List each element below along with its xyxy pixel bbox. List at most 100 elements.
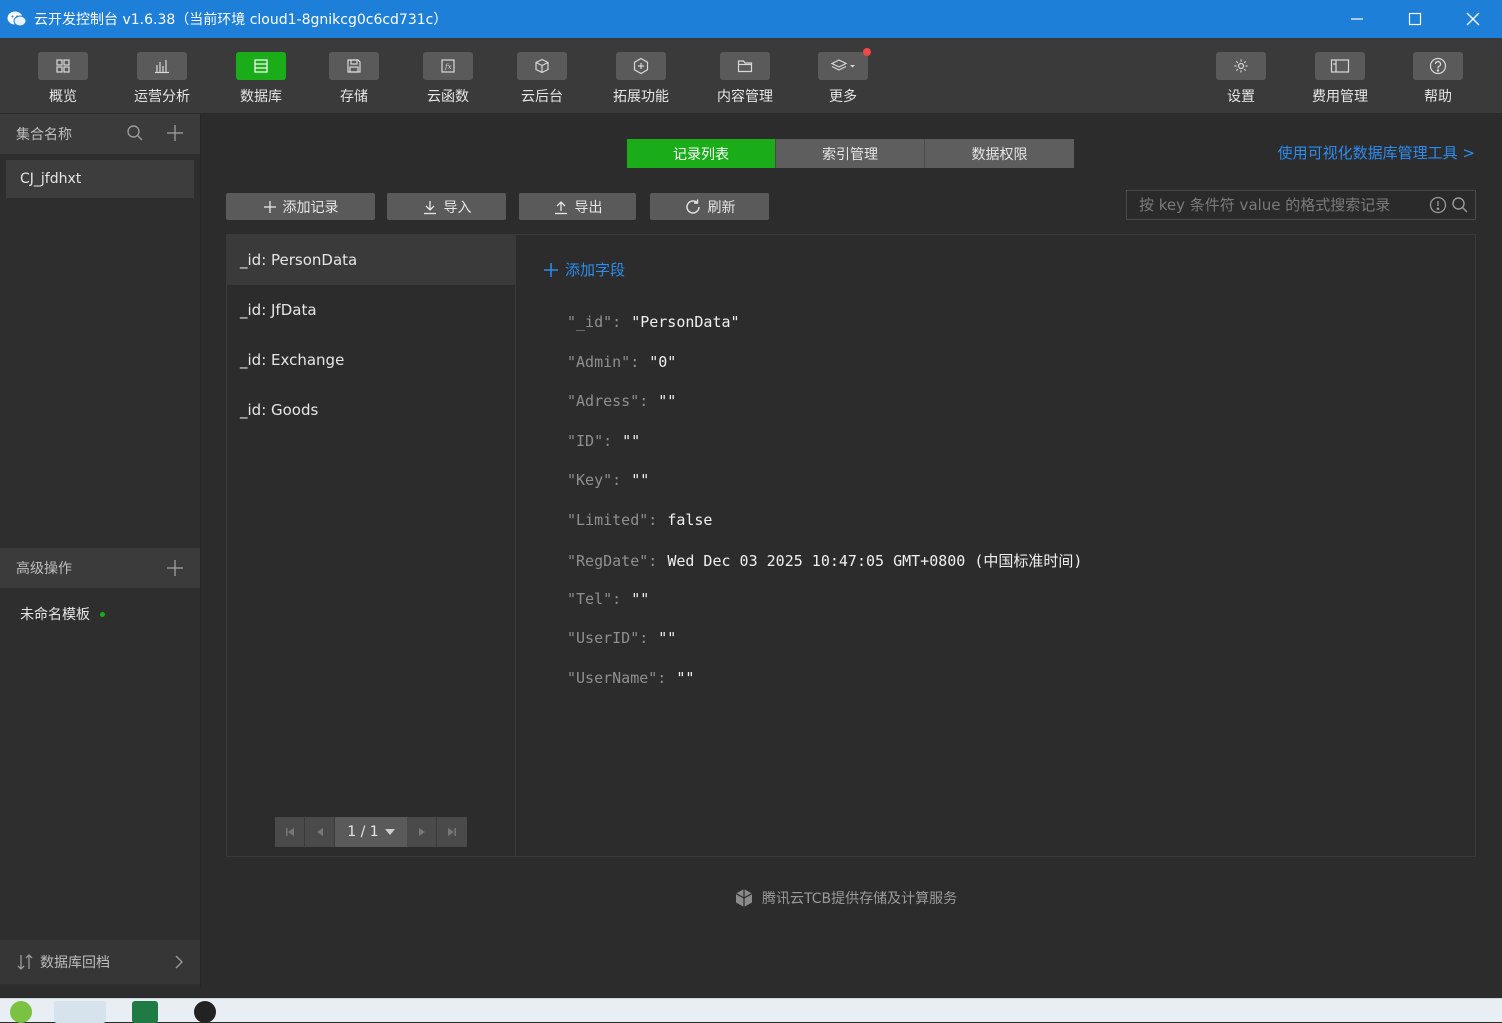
toolbar-label: 运营分析 xyxy=(134,89,190,105)
export-label: 导出 xyxy=(574,199,603,216)
app-icon[interactable] xyxy=(54,1001,106,1023)
minimize-button[interactable] xyxy=(1328,0,1386,38)
toolbar-storage[interactable]: 存储 xyxy=(319,52,389,106)
toolbar-database[interactable]: 数据库 xyxy=(226,52,296,106)
pagination: 1 / 1 xyxy=(275,817,467,847)
window-title: 云开发控制台 v1.6.38（当前环境 cloud1-8gnikcg0c6cd7… xyxy=(34,12,448,28)
close-button[interactable] xyxy=(1444,0,1502,38)
visual-tool-link[interactable]: 使用可视化数据库管理工具 > xyxy=(1278,142,1475,163)
record-item[interactable]: _id: JfData xyxy=(227,285,515,335)
record-search xyxy=(1126,190,1476,220)
record-item[interactable]: _id: Goods xyxy=(227,385,515,435)
field-row[interactable]: "Limited": false xyxy=(567,511,712,529)
footer: 腾讯云TCB提供存储及计算服务 xyxy=(734,888,957,908)
template-item[interactable]: 未命名模板 xyxy=(20,604,105,624)
info-icon[interactable] xyxy=(1429,196,1447,214)
field-row[interactable]: "Tel": "" xyxy=(567,590,649,608)
maximize-button[interactable] xyxy=(1386,0,1444,38)
import-button[interactable]: 导入 xyxy=(387,193,506,220)
last-page-button[interactable] xyxy=(437,817,467,847)
toolbar-cloud-function[interactable]: fx 云函数 xyxy=(413,52,483,106)
add-collection-icon[interactable] xyxy=(166,124,184,142)
cube-icon xyxy=(535,58,549,74)
export-button[interactable]: 导出 xyxy=(519,193,636,220)
record-detail: 添加字段 "_id": "PersonData" "Admin": "0" "Adr… xyxy=(517,235,1475,856)
field-row[interactable]: "UserName": "" xyxy=(567,669,694,687)
os-taskbar xyxy=(0,998,1502,1023)
status-dot xyxy=(100,611,105,617)
toolbar-content[interactable]: 内容管理 xyxy=(710,52,780,106)
toolbar-label: 费用管理 xyxy=(1312,89,1368,105)
record-item[interactable]: _id: PersonData xyxy=(227,235,515,285)
sidebar: 集合名称 CJ_jfdhxt 高级操作 未命名模板 数据库回档 xyxy=(0,114,201,987)
search-icon[interactable] xyxy=(1451,196,1469,214)
add-record-button[interactable]: 添加记录 xyxy=(226,193,375,220)
db-rollback-item[interactable]: 数据库回档 xyxy=(0,940,200,984)
toolbar-label: 设置 xyxy=(1227,89,1255,105)
field-row[interactable]: "_id": "PersonData" xyxy=(567,313,740,331)
db-tabs: 记录列表 索引管理 数据权限 xyxy=(627,139,1074,168)
field-row[interactable]: "Admin": "0" xyxy=(567,353,676,371)
toolbar-label: 云后台 xyxy=(521,89,563,105)
toolbar-settings[interactable]: 设置 xyxy=(1206,52,1276,106)
field-key: "Limited": xyxy=(567,511,658,529)
add-template-icon[interactable] xyxy=(166,559,184,577)
toolbar-label: 帮助 xyxy=(1424,89,1452,105)
wechat-devtools-icon xyxy=(7,11,27,27)
toolbar-analytics[interactable]: 运营分析 xyxy=(127,52,197,106)
collection-item[interactable]: CJ_jfdhxt xyxy=(6,160,194,198)
maximize-icon xyxy=(1408,12,1422,26)
sort-icon xyxy=(17,954,33,970)
first-page-button[interactable] xyxy=(275,817,305,847)
tab-permissions[interactable]: 数据权限 xyxy=(925,139,1074,168)
refresh-button[interactable]: 刷新 xyxy=(650,193,769,220)
field-value: "" xyxy=(676,669,695,687)
field-value: "" xyxy=(658,629,677,647)
toolbar-billing[interactable]: 费用管理 xyxy=(1305,52,1375,106)
search-icon[interactable] xyxy=(126,124,144,142)
toolbar-label: 数据库 xyxy=(240,89,282,105)
toolbar-help[interactable]: 帮助 xyxy=(1403,52,1473,106)
add-field-button[interactable]: 添加字段 xyxy=(543,259,625,280)
field-row[interactable]: "RegDate": Wed Dec 03 2025 10:47:05 GMT+0… xyxy=(567,550,1082,571)
toolbar-overview[interactable]: 概览 xyxy=(28,52,98,106)
advanced-header-label: 高级操作 xyxy=(16,561,72,577)
field-value: "" xyxy=(622,432,641,450)
excel-icon[interactable] xyxy=(132,1001,158,1023)
notification-dot xyxy=(863,48,871,56)
gear-icon xyxy=(1234,59,1248,73)
toolbar-extensions[interactable]: 拓展功能 xyxy=(606,52,676,106)
main-toolbar: 概览 运营分析 数据库 存储 fx 云函数 云后台 拓展功能 内容管理 更多 设… xyxy=(0,38,1502,114)
page-select[interactable]: 1 / 1 xyxy=(335,817,407,847)
extension-icon xyxy=(633,57,649,75)
prev-page-button[interactable] xyxy=(305,817,335,847)
field-row[interactable]: "ID": "" xyxy=(567,432,640,450)
caret-down-icon xyxy=(384,829,395,835)
toolbar-label: 概览 xyxy=(49,89,77,105)
field-value: "" xyxy=(658,392,677,410)
search-input[interactable] xyxy=(1127,196,1423,214)
tab-records[interactable]: 记录列表 xyxy=(627,139,776,168)
record-item[interactable]: _id: Exchange xyxy=(227,335,515,385)
field-key: "ID": xyxy=(567,432,613,450)
toolbar-cloud-backend[interactable]: 云后台 xyxy=(507,52,577,106)
app-icon[interactable] xyxy=(10,1001,32,1023)
field-key: "UserName": xyxy=(567,669,667,687)
next-page-button[interactable] xyxy=(407,817,437,847)
qq-icon[interactable] xyxy=(194,1001,216,1023)
field-key: "Adress": xyxy=(567,392,649,410)
first-page-icon xyxy=(285,828,294,836)
field-value: false xyxy=(667,511,713,529)
field-value: "0" xyxy=(649,353,677,371)
download-icon xyxy=(423,200,436,214)
field-row[interactable]: "UserID": "" xyxy=(567,629,676,647)
collection-name: CJ_jfdhxt xyxy=(20,171,82,187)
toolbar-more[interactable]: 更多 xyxy=(808,48,878,106)
tab-indexes[interactable]: 索引管理 xyxy=(776,139,925,168)
field-row[interactable]: "Key": "" xyxy=(567,471,649,489)
title-bar: 云开发控制台 v1.6.38（当前环境 cloud1-8gnikcg0c6cd7… xyxy=(0,0,1502,38)
field-row[interactable]: "Adress": "" xyxy=(567,392,676,410)
field-key: "Key": xyxy=(567,471,622,489)
bar-chart-icon xyxy=(155,60,169,74)
field-key: "UserID": xyxy=(567,629,649,647)
